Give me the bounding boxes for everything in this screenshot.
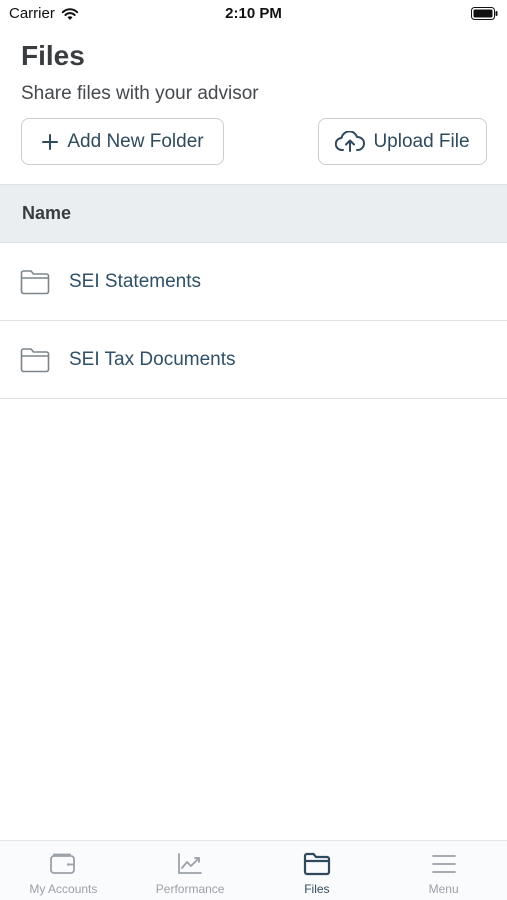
tab-label: My Accounts <box>29 882 98 896</box>
wallet-icon <box>49 851 77 877</box>
cloud-upload-icon <box>335 130 366 153</box>
folder-name: SEI Statements <box>69 270 202 292</box>
clock: 2:10 PM <box>225 5 282 22</box>
folder-icon <box>303 851 331 877</box>
tab-bar: My Accounts Performance Files Menu <box>0 840 507 900</box>
tab-menu[interactable]: Menu <box>380 841 507 900</box>
folder-icon <box>20 347 50 373</box>
add-new-folder-button[interactable]: Add New Folder <box>21 118 224 165</box>
page-title: Files <box>21 40 85 71</box>
column-header-name[interactable]: Name <box>22 203 71 224</box>
table-header: Name <box>0 184 507 243</box>
battery-icon <box>471 7 498 20</box>
menu-icon <box>430 851 458 877</box>
page-subtitle: Share files with your advisor <box>21 83 259 104</box>
plus-icon <box>41 133 59 151</box>
status-bar: Carrier 2:10 PM <box>0 0 507 28</box>
folder-icon <box>20 269 50 295</box>
folder-row[interactable]: SEI Tax Documents <box>0 321 507 399</box>
tab-label: Performance <box>155 882 225 896</box>
tab-label: Menu <box>428 882 459 896</box>
folder-row[interactable]: SEI Statements <box>0 243 507 321</box>
folder-name: SEI Tax Documents <box>69 348 236 370</box>
upload-file-label: Upload File <box>373 130 470 152</box>
tab-files[interactable]: Files <box>254 841 381 900</box>
tab-performance[interactable]: Performance <box>127 841 254 900</box>
upload-file-button[interactable]: Upload File <box>318 118 487 165</box>
add-new-folder-label: Add New Folder <box>67 130 204 152</box>
tab-label: Files <box>304 882 330 896</box>
tab-my-accounts[interactable]: My Accounts <box>0 841 127 900</box>
chart-line-icon <box>176 851 204 877</box>
